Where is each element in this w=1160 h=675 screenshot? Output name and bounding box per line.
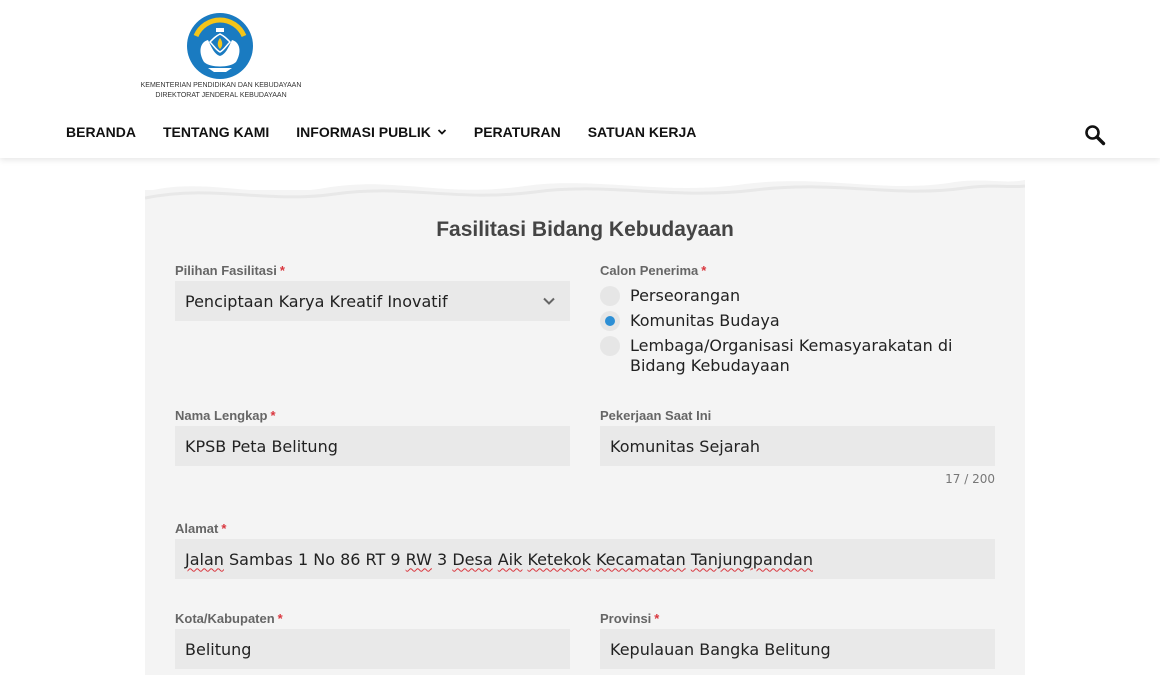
radio-button-checked[interactable] xyxy=(600,311,620,331)
pilihan-fasilitasi-label: Pilihan Fasilitasi * xyxy=(175,263,285,278)
nav-item-informasi-publik[interactable]: INFORMASI PUBLIK xyxy=(296,124,447,140)
kota-kabupaten-label: Kota/Kabupaten * xyxy=(175,611,283,626)
nav-item-tentang-kami[interactable]: TENTANG KAMI xyxy=(163,124,269,140)
form-title: Fasilitasi Bidang Kebudayaan xyxy=(436,218,734,241)
logo-directorate-name: DIREKTORAT JENDERAL KEBUDAYAAN xyxy=(155,92,287,99)
logo-ministry-name: KEMENTERIAN PENDIDIKAN DAN KEBUDAYAAN xyxy=(140,82,302,89)
input-value: Kepulauan Bangka Belitung xyxy=(610,639,831,659)
main-nav: BERANDA TENTANG KAMI INFORMASI PUBLIK PE… xyxy=(66,124,723,140)
nav-item-label: TENTANG KAMI xyxy=(163,124,270,140)
input-value: Jalan Sambas 1 No 86 RT 9 RW 3 Desa Aik … xyxy=(185,549,813,569)
calon-penerima-label: Calon Penerima * xyxy=(600,263,707,278)
nama-lengkap-label: Nama Lengkap * xyxy=(175,408,276,423)
tut-wuri-handayani-emblem-icon xyxy=(187,13,253,79)
provinsi-label: Provinsi * xyxy=(600,611,660,626)
alamat-input[interactable]: Jalan Sambas 1 No 86 RT 9 RW 3 Desa Aik … xyxy=(175,539,995,579)
nama-lengkap-input[interactable]: KPSB Peta Belitung xyxy=(175,426,570,466)
radio-label: Lembaga/Organisasi Kemasyarakatan di Bid… xyxy=(630,336,953,375)
search-icon[interactable] xyxy=(1084,124,1106,146)
radio-lembaga-organisasi[interactable]: Lembaga/Organisasi Kemasyarakatan di Bid… xyxy=(600,336,970,376)
nav-item-satuan-kerja[interactable]: SATUAN KERJA xyxy=(588,124,697,140)
site-logo[interactable]: KEMENTERIAN PENDIDIKAN DAN KEBUDAYAAN DI… xyxy=(140,12,302,102)
nav-item-label: SATUAN KERJA xyxy=(587,124,697,140)
pekerjaan-input[interactable]: Komunitas Sejarah xyxy=(600,426,995,466)
provinsi-input[interactable]: Kepulauan Bangka Belitung xyxy=(600,629,995,669)
nav-item-label: BERANDA xyxy=(66,124,136,140)
radio-perseorangan[interactable]: Perseorangan xyxy=(600,286,970,306)
required-mark: * xyxy=(277,611,283,626)
site-header: KEMENTERIAN PENDIDIKAN DAN KEBUDAYAAN DI… xyxy=(0,0,1160,158)
input-value: Belitung xyxy=(185,639,252,659)
required-mark: * xyxy=(221,521,227,536)
chevron-down-icon xyxy=(437,129,446,135)
required-mark: * xyxy=(701,263,707,278)
radio-button[interactable] xyxy=(600,286,620,306)
nav-item-label: INFORMASI PUBLIK xyxy=(296,124,431,140)
pilihan-fasilitasi-select[interactable]: Penciptaan Karya Kreatif Inovatif xyxy=(175,281,570,321)
nav-item-peraturan[interactable]: PERATURAN xyxy=(474,124,561,140)
radio-label: Komunitas Budaya xyxy=(630,311,780,330)
character-counter: 17 / 200 xyxy=(945,472,995,486)
required-mark: * xyxy=(279,263,285,278)
input-value: Komunitas Sejarah xyxy=(610,436,761,456)
select-value: Penciptaan Karya Kreatif Inovatif xyxy=(185,291,448,311)
required-mark: * xyxy=(270,408,276,423)
input-value: KPSB Peta Belitung xyxy=(185,436,338,456)
kota-kabupaten-input[interactable]: Belitung xyxy=(175,629,570,669)
nav-item-label: PERATURAN xyxy=(473,124,561,140)
radio-label: Perseorangan xyxy=(630,286,741,305)
radio-komunitas-budaya[interactable]: Komunitas Budaya xyxy=(600,311,970,331)
pekerjaan-label: Pekerjaan Saat Ini xyxy=(600,408,712,423)
wave-decoration xyxy=(145,180,1025,220)
chevron-down-icon xyxy=(543,297,555,305)
alamat-label: Alamat * xyxy=(175,521,227,536)
nav-item-beranda[interactable]: BERANDA xyxy=(66,124,136,140)
radio-button[interactable] xyxy=(600,336,620,356)
required-mark: * xyxy=(654,611,660,626)
